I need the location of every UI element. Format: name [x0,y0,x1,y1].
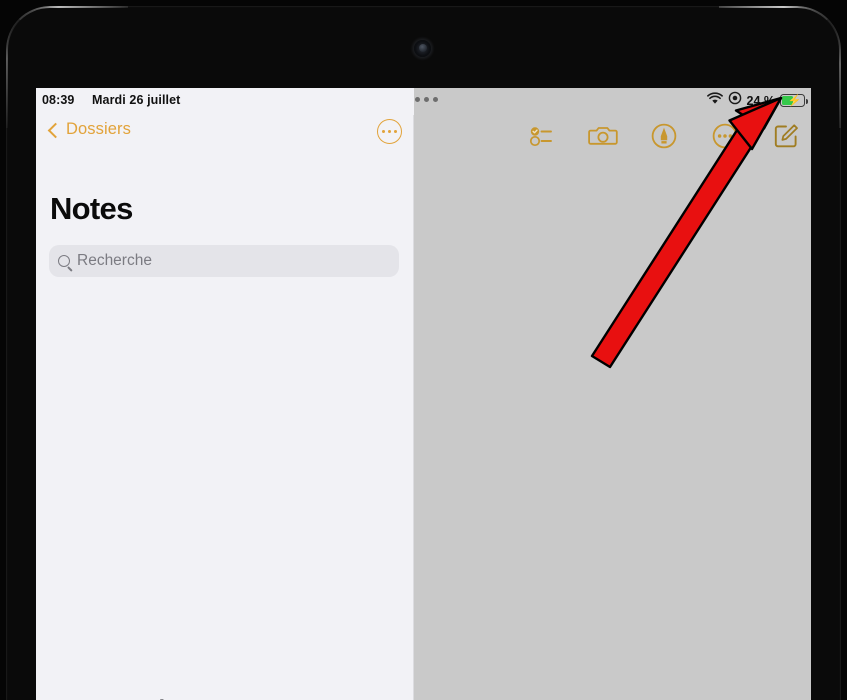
front-camera-icon [414,40,431,57]
sidebar-navigation-bar: Dossiers [36,115,414,151]
device-screen: 08:39 Mardi 26 juillet 24 % ⚡ Dossiers N… [36,88,811,700]
status-bar-indicators: 24 % ⚡ [706,91,808,110]
status-bar: 08:39 Mardi 26 juillet 24 % ⚡ [36,88,811,115]
notes-sidebar: Dossiers Notes Recherche Aucune note [36,115,414,700]
search-input[interactable]: Recherche [49,245,399,277]
note-toolbar [527,121,801,151]
more-button[interactable] [710,121,740,151]
multitasking-dots-icon[interactable] [415,97,438,102]
checklist-button[interactable] [527,121,557,151]
status-bar-time: 08:39 [42,93,75,107]
battery-icon: ⚡ [780,94,808,107]
status-bar-date: Mardi 26 juillet [92,93,181,107]
search-placeholder: Recherche [77,252,152,269]
wifi-icon [706,91,723,110]
chevron-left-icon [47,122,64,138]
compose-button[interactable] [771,121,801,151]
battery-percentage: 24 % [746,93,776,108]
do-not-disturb-icon [728,91,742,110]
tablet-device-frame: 08:39 Mardi 26 juillet 24 % ⚡ Dossiers N… [0,0,847,700]
page-title: Notes [50,191,133,226]
camera-button[interactable] [588,121,618,151]
empty-state-label: Aucune note [36,693,414,700]
note-detail-pane [415,115,811,700]
markup-button[interactable] [649,121,679,151]
search-icon [58,255,70,267]
sidebar-more-button[interactable] [377,119,402,144]
back-to-folders-button[interactable]: Dossiers [47,120,131,139]
back-button-label: Dossiers [66,120,131,138]
